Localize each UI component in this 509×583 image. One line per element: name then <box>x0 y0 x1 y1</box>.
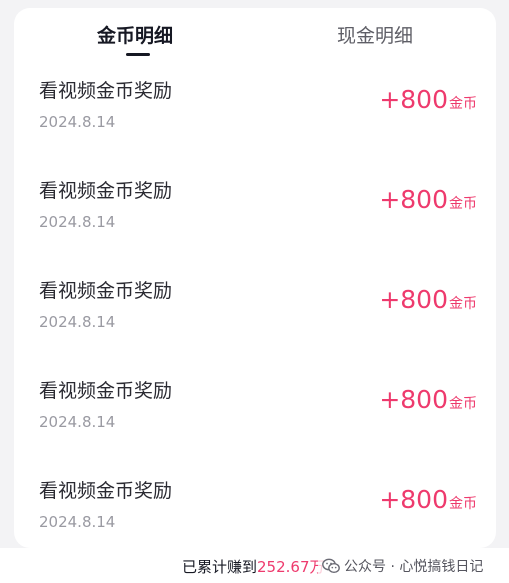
amount-unit: 金币 <box>449 196 477 212</box>
record-amount: +800金币 <box>379 385 477 419</box>
record-title: 看视频金币奖励 <box>39 180 173 202</box>
record-title: 看视频金币奖励 <box>39 480 173 502</box>
record-amount: +800金币 <box>379 485 477 519</box>
record-title: 看视频金币奖励 <box>39 280 173 302</box>
amount-value: +800 <box>379 485 448 514</box>
wechat-icon <box>322 558 340 574</box>
amount-value: +800 <box>379 285 448 314</box>
list-item: 看视频金币奖励 2024.8.14 +800金币 <box>14 478 496 548</box>
record-date: 2024.8.14 <box>39 313 116 331</box>
watermark-text: 公众号 · 心悦搞钱日记 <box>344 559 484 575</box>
record-date: 2024.8.14 <box>39 413 116 431</box>
list-item: 看视频金币奖励 2024.8.14 +800金币 <box>14 78 496 178</box>
list-item: 看视频金币奖励 2024.8.14 +800金币 <box>14 378 496 478</box>
tab-cash-details[interactable]: 现金明细 <box>337 24 413 48</box>
coin-detail-card: 金币明细 现金明细 看视频金币奖励 2024.8.14 +800金币 看视频金币… <box>14 8 496 548</box>
record-amount: +800金币 <box>379 185 477 219</box>
list-item: 看视频金币奖励 2024.8.14 +800金币 <box>14 278 496 378</box>
amount-value: +800 <box>379 185 448 214</box>
amount-value: +800 <box>379 85 448 114</box>
earnings-footer: 已累计赚到252.67万 公众号 · 心悦搞钱日记 <box>0 548 509 583</box>
total-earned: 已累计赚到252.67万 <box>182 557 325 577</box>
tab-bar: 金币明细 现金明细 <box>14 8 496 58</box>
amount-unit: 金币 <box>449 396 477 412</box>
record-amount: +800金币 <box>379 85 477 119</box>
watermark: 公众号 · 心悦搞钱日记 <box>318 554 488 578</box>
record-date: 2024.8.14 <box>39 513 116 531</box>
record-date: 2024.8.14 <box>39 113 116 131</box>
record-amount: +800金币 <box>379 285 477 319</box>
record-date: 2024.8.14 <box>39 213 116 231</box>
total-earned-label: 已累计赚到 <box>182 558 258 576</box>
tab-coin-details[interactable]: 金币明细 <box>97 24 173 48</box>
amount-unit: 金币 <box>449 296 477 312</box>
total-earned-value: 252.67万 <box>257 558 325 576</box>
list-item: 看视频金币奖励 2024.8.14 +800金币 <box>14 178 496 278</box>
amount-value: +800 <box>379 385 448 414</box>
record-title: 看视频金币奖励 <box>39 380 173 402</box>
amount-unit: 金币 <box>449 96 477 112</box>
record-title: 看视频金币奖励 <box>39 80 173 102</box>
active-tab-indicator <box>126 53 150 56</box>
amount-unit: 金币 <box>449 496 477 512</box>
